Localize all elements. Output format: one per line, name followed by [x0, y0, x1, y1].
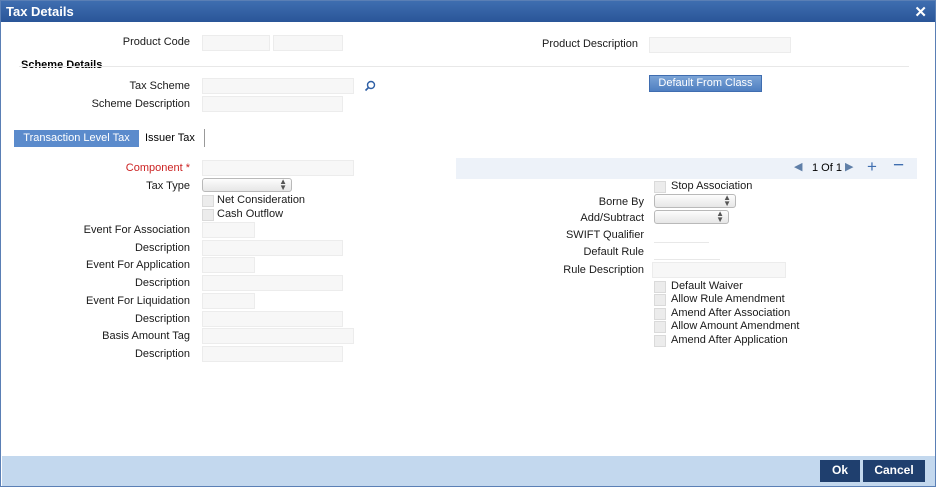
search-icon[interactable]	[364, 80, 376, 92]
tab-issuer-tax[interactable]: Issuer Tax	[142, 130, 198, 147]
default-rule-label: Default Rule	[583, 246, 644, 258]
cash-outflow-checkbox[interactable]	[202, 209, 214, 221]
description-input-2[interactable]	[202, 275, 343, 291]
tab-transaction-level-tax[interactable]: Transaction Level Tax	[14, 130, 139, 147]
required-marker: *	[185, 162, 190, 174]
description-input-1[interactable]	[202, 240, 343, 256]
next-record-icon[interactable]: ▶	[845, 160, 853, 173]
dropdown-arrows-icon: ▲ ▼	[279, 177, 287, 192]
amend-after-association-checkbox[interactable]	[654, 308, 666, 320]
borne-by-select[interactable]: ▲ ▼	[654, 194, 736, 208]
tax-type-label: Tax Type	[146, 180, 190, 192]
net-consideration-checkbox[interactable]	[202, 195, 214, 207]
remove-row-icon[interactable]: −	[893, 155, 904, 177]
net-consideration-label: Net Consideration	[217, 194, 306, 206]
tax-scheme-input[interactable]	[202, 78, 354, 94]
default-waiver-checkbox[interactable]	[654, 281, 666, 293]
close-icon[interactable]: ✕	[914, 3, 927, 21]
description-label-1: Description	[134, 242, 190, 254]
rule-description-label: Rule Description	[563, 264, 644, 276]
description-input-4[interactable]	[202, 346, 343, 362]
swift-qualifier-label: SWIFT Qualifier	[565, 229, 644, 241]
event-association-label: Event For Association	[83, 224, 190, 236]
add-row-icon[interactable]: +	[867, 157, 877, 177]
scheme-details-heading: Scheme Details	[21, 59, 103, 71]
borne-by-label: Borne By	[598, 196, 644, 208]
amend-after-application-label: Amend After Application	[671, 334, 788, 346]
stop-association-checkbox[interactable]	[654, 181, 666, 193]
product-code-label: Product Code	[122, 36, 190, 48]
stop-association-label: Stop Association	[671, 180, 753, 192]
event-liquidation-label: Event For Liquidation	[86, 295, 190, 307]
allow-rule-amendment-label: Allow Rule Amendment	[671, 293, 785, 305]
scheme-description-label: Scheme Description	[91, 98, 190, 110]
scheme-description-input[interactable]	[202, 96, 343, 112]
prev-record-icon[interactable]: ◀	[794, 160, 802, 173]
ok-button[interactable]: Ok	[820, 460, 860, 482]
product-code-input[interactable]	[202, 35, 270, 51]
event-liquidation-input[interactable]	[202, 293, 255, 309]
tab-separator	[204, 129, 205, 147]
event-association-input[interactable]	[202, 222, 255, 238]
title-bar: Tax Details ✕	[1, 1, 935, 22]
default-from-class-button[interactable]: Default From Class	[649, 75, 762, 92]
page-indicator: 1 Of 1	[812, 162, 842, 174]
basis-amount-tag-label: Basis Amount Tag	[102, 330, 190, 342]
allow-amount-amendment-checkbox[interactable]	[654, 321, 666, 333]
window-title: Tax Details	[6, 4, 74, 19]
add-subtract-select[interactable]: ▲ ▼	[654, 210, 729, 224]
description-label-4: Description	[134, 348, 190, 360]
swift-qualifier-input[interactable]	[654, 227, 709, 243]
cash-outflow-label: Cash Outflow	[217, 208, 284, 220]
description-label-2: Description	[134, 277, 190, 289]
component-label: Component *	[101, 162, 190, 174]
allow-amount-amendment-label: Allow Amount Amendment	[671, 320, 800, 332]
amend-after-association-label: Amend After Association	[671, 307, 791, 319]
default-rule-input[interactable]	[654, 244, 720, 260]
record-navigation-bar: ◀ 1 Of 1 ▶ + −	[456, 155, 917, 179]
description-input-3[interactable]	[202, 311, 343, 327]
product-description-label: Product Description	[542, 38, 638, 50]
component-input[interactable]	[202, 160, 354, 176]
event-application-label: Event For Application	[86, 259, 190, 271]
tax-type-select[interactable]: ▲ ▼	[202, 178, 292, 192]
dropdown-arrows-icon: ▲ ▼	[723, 193, 731, 208]
event-application-input[interactable]	[202, 257, 255, 273]
dropdown-arrows-icon: ▲ ▼	[716, 209, 724, 224]
basis-amount-tag-input[interactable]	[202, 328, 354, 344]
footer-bar: Ok Cancel	[2, 456, 935, 486]
component-label-text: Component	[125, 162, 183, 174]
add-subtract-label: Add/Subtract	[580, 212, 644, 224]
product-description-input[interactable]	[649, 37, 791, 53]
product-code-input-2[interactable]	[273, 35, 343, 51]
rule-description-input[interactable]	[652, 262, 786, 278]
section-divider	[19, 66, 909, 67]
tax-details-window: Tax Details ✕ Product Code Product Descr…	[0, 0, 936, 487]
cancel-button[interactable]: Cancel	[863, 460, 925, 482]
default-waiver-label: Default Waiver	[671, 280, 743, 292]
tax-scheme-label: Tax Scheme	[129, 80, 190, 92]
allow-rule-amendment-checkbox[interactable]	[654, 294, 666, 306]
description-label-3: Description	[134, 313, 190, 325]
amend-after-application-checkbox[interactable]	[654, 335, 666, 347]
